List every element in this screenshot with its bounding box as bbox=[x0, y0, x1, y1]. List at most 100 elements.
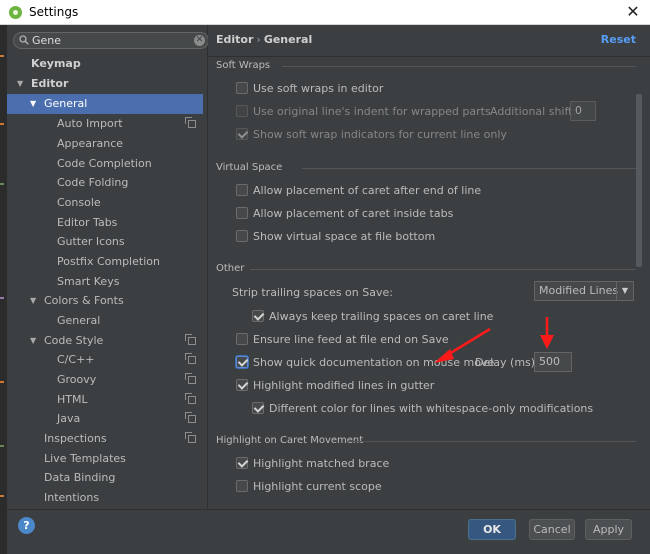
tree-item-auto-import[interactable]: Auto Import bbox=[7, 114, 203, 134]
reset-link[interactable]: Reset bbox=[601, 33, 636, 46]
tree-item-smart-keys[interactable]: Smart Keys bbox=[7, 272, 203, 292]
expand-arrow-icon[interactable]: ▼ bbox=[30, 291, 36, 311]
section-title-other: Other bbox=[216, 263, 245, 274]
different-color-label: Different color for lines with whitespac… bbox=[269, 402, 594, 415]
expand-arrow-icon[interactable]: ▼ bbox=[30, 94, 36, 114]
project-copy-icon bbox=[185, 334, 196, 345]
breadcrumb: Editor › General bbox=[216, 33, 312, 46]
tree-item-label: Groovy bbox=[57, 373, 97, 386]
tree-item-label: Editor Tabs bbox=[57, 216, 118, 229]
breadcrumb-separator: › bbox=[256, 33, 261, 46]
help-button[interactable]: ? bbox=[18, 517, 35, 534]
project-copy-icon bbox=[185, 117, 196, 128]
tree-item-label: Data Binding bbox=[44, 471, 116, 484]
tree-item-label: Java bbox=[57, 412, 81, 425]
annotation-arrow-icon bbox=[434, 327, 491, 363]
show-indicators-checkbox[interactable] bbox=[236, 128, 248, 140]
tree-item-code-style[interactable]: ▼ Code Style bbox=[7, 331, 203, 351]
section-divider bbox=[250, 269, 636, 270]
different-color-checkbox[interactable] bbox=[252, 402, 264, 414]
caret-after-end-label: Allow placement of caret after end of li… bbox=[253, 184, 482, 197]
tree-item-code-completion[interactable]: Code Completion bbox=[7, 154, 203, 174]
quick-doc-checkbox[interactable] bbox=[236, 356, 248, 368]
tree-item-code-folding[interactable]: Code Folding bbox=[7, 173, 203, 193]
clear-search-icon[interactable]: ✕ bbox=[194, 35, 205, 46]
tree-item-data-binding[interactable]: Data Binding bbox=[7, 468, 203, 488]
tree-item-label: Intentions bbox=[44, 491, 100, 504]
project-copy-icon bbox=[185, 373, 196, 384]
tree-item-editor[interactable]: ▼ Editor bbox=[7, 74, 203, 94]
tree-item-groovy[interactable]: Groovy bbox=[7, 370, 203, 390]
project-copy-icon bbox=[185, 412, 196, 423]
tree-item-colors-general[interactable]: General bbox=[7, 311, 203, 331]
section-divider bbox=[348, 441, 636, 442]
tree-item-appearance[interactable]: Appearance bbox=[7, 134, 203, 154]
tree-item-label: Appearance bbox=[57, 137, 124, 150]
virtual-space-bottom-checkbox[interactable] bbox=[236, 230, 248, 242]
caret-inside-tabs-checkbox[interactable] bbox=[236, 207, 248, 219]
use-soft-wraps-label: Use soft wraps in editor bbox=[253, 82, 384, 95]
tree-item-html[interactable]: HTML bbox=[7, 390, 203, 410]
breadcrumb-parent: Editor bbox=[216, 33, 254, 46]
tree-item-label: Auto Import bbox=[57, 117, 123, 130]
tree-item-editor-tabs[interactable]: Editor Tabs bbox=[7, 213, 203, 233]
tree-item-label: Postfix Completion bbox=[57, 255, 160, 268]
section-title-caret-movement: Highlight on Caret Movement bbox=[216, 435, 364, 446]
additional-shift-input[interactable]: 0 bbox=[570, 101, 596, 121]
always-keep-label: Always keep trailing spaces on caret lin… bbox=[269, 310, 494, 323]
tree-item-label: General bbox=[44, 97, 88, 110]
tree-item-java[interactable]: Java bbox=[7, 409, 203, 429]
tree-item-general[interactable]: ▼ General bbox=[7, 94, 203, 114]
dialog-footer: ? OK Cancel Apply bbox=[7, 509, 650, 554]
strip-trailing-dropdown[interactable]: Modified Lines ▼ bbox=[534, 281, 634, 301]
cancel-button[interactable]: Cancel bbox=[529, 519, 575, 540]
highlight-modified-checkbox[interactable] bbox=[236, 379, 248, 391]
tree-item-console[interactable]: Console bbox=[7, 193, 203, 213]
tree-item-label: Live Templates bbox=[44, 452, 126, 465]
always-keep-checkbox[interactable] bbox=[252, 310, 264, 322]
tree-item-inspections[interactable]: Inspections bbox=[7, 429, 203, 449]
tree-item-keymap[interactable]: Keymap bbox=[7, 54, 203, 74]
project-copy-icon bbox=[185, 393, 196, 404]
annotation-arrow-icon bbox=[540, 317, 554, 349]
search-value: Gene bbox=[32, 34, 62, 47]
background-editor-strip bbox=[0, 25, 7, 554]
delay-input[interactable]: 500 bbox=[534, 352, 572, 372]
matched-brace-checkbox[interactable] bbox=[236, 457, 248, 469]
section-title-soft-wraps: Soft Wraps bbox=[216, 60, 271, 71]
project-copy-icon bbox=[185, 353, 196, 364]
use-original-indent-label: Use original line's indent for wrapped p… bbox=[253, 105, 491, 118]
content-scrollbar[interactable] bbox=[636, 94, 642, 267]
matched-brace-label: Highlight matched brace bbox=[253, 457, 390, 470]
tree-item-label: Colors & Fonts bbox=[44, 294, 124, 307]
dropdown-value: Modified Lines bbox=[539, 284, 619, 297]
tree-item-c-cpp[interactable]: C/C++ bbox=[7, 350, 203, 370]
tree-item-gutter-icons[interactable]: Gutter Icons bbox=[7, 232, 203, 252]
use-soft-wraps-checkbox[interactable] bbox=[236, 82, 248, 94]
tree-item-label: HTML bbox=[57, 393, 88, 406]
close-button[interactable]: ✕ bbox=[616, 0, 650, 25]
current-scope-checkbox[interactable] bbox=[236, 480, 248, 492]
settings-sidebar: Gene ✕ Keymap ▼ Editor ▼ General Auto Im… bbox=[7, 25, 214, 509]
tree-item-postfix-completion[interactable]: Postfix Completion bbox=[7, 252, 203, 272]
tree-item-label: Console bbox=[57, 196, 101, 209]
tree-item-label: Editor bbox=[31, 77, 69, 90]
app-icon bbox=[9, 6, 22, 19]
tree-item-intentions[interactable]: Intentions bbox=[7, 488, 203, 508]
ok-button[interactable]: OK bbox=[468, 519, 516, 540]
search-input[interactable]: Gene ✕ bbox=[13, 32, 209, 49]
tree-item-label: C/C++ bbox=[57, 353, 95, 366]
section-divider bbox=[302, 168, 636, 169]
caret-after-end-checkbox[interactable] bbox=[236, 184, 248, 196]
ensure-line-feed-checkbox[interactable] bbox=[236, 333, 248, 345]
apply-button[interactable]: Apply bbox=[585, 519, 632, 540]
divider bbox=[208, 56, 650, 57]
expand-arrow-icon[interactable]: ▼ bbox=[17, 74, 23, 94]
settings-content: Editor › General Reset Soft Wraps Use soft… bbox=[208, 25, 650, 509]
tree-item-live-templates[interactable]: Live Templates bbox=[7, 449, 203, 469]
tree-item-colors-fonts[interactable]: ▼ Colors & Fonts bbox=[7, 291, 203, 311]
use-original-indent-checkbox[interactable] bbox=[236, 105, 248, 117]
tree-item-label: Code Style bbox=[44, 334, 104, 347]
tree-item-label: Inspections bbox=[44, 432, 107, 445]
expand-arrow-icon[interactable]: ▼ bbox=[30, 331, 36, 351]
